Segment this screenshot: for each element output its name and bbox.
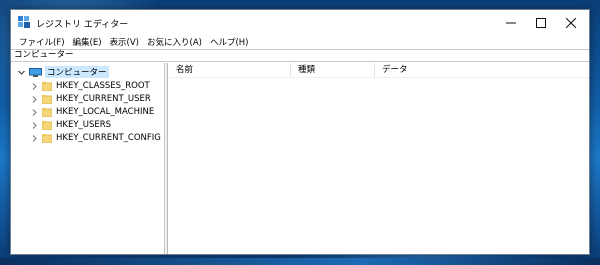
title-bar[interactable]: レジストリ エディター (11, 10, 589, 35)
folder-icon (42, 120, 52, 130)
taskbar (0, 258, 600, 265)
tree-item-label: HKEY_CURRENT_USER (56, 94, 151, 104)
tree-node-hku[interactable]: HKEY_USERS (30, 119, 111, 131)
tree-item-label: HKEY_USERS (56, 120, 112, 130)
header-divider (169, 77, 589, 78)
menu-help[interactable]: ヘルプ(H) (206, 36, 253, 48)
pane-splitter[interactable] (165, 63, 168, 254)
chevron-right-icon[interactable] (30, 108, 39, 117)
folder-icon (42, 94, 52, 104)
tree-item-label: HKEY_LOCAL_MACHINE (56, 107, 155, 117)
menu-favorites[interactable]: お気に入り(A) (143, 36, 206, 48)
folder-icon (42, 81, 52, 91)
tree-node-hkcc[interactable]: HKEY_CURRENT_CONFIG (30, 132, 161, 144)
tree-node-hkcu[interactable]: HKEY_CURRENT_USER (30, 93, 151, 105)
window-title: レジストリ エディター (36, 20, 129, 30)
tree-item-label: HKEY_CLASSES_ROOT (56, 81, 150, 91)
address-bar[interactable]: コンピューター (11, 49, 589, 62)
maximize-icon (536, 17, 546, 28)
menu-bar: ファイル(F) 編集(E) 表示(V) お気に入り(A) ヘルプ(H) (11, 35, 589, 49)
column-header-type[interactable]: 種類 (291, 63, 375, 77)
folder-icon (42, 133, 52, 143)
minimize-icon (506, 22, 516, 23)
computer-icon (29, 67, 42, 77)
registry-editor-window: レジストリ エディター ファイル(F) 編集(E) 表示(V) お気に入り(A)… (10, 9, 590, 255)
column-header-data[interactable]: データ (375, 63, 589, 77)
regedit-icon (18, 16, 30, 28)
tree-node-computer[interactable]: コンピューター (17, 66, 109, 78)
chevron-right-icon[interactable] (30, 95, 39, 104)
chevron-right-icon[interactable] (30, 82, 39, 91)
folder-icon (42, 107, 52, 117)
key-tree[interactable]: コンピューター HKEY_CLASSES_ROOT HKEY_CURRENT_U… (11, 63, 165, 254)
tree-node-hkcr[interactable]: HKEY_CLASSES_ROOT (30, 80, 150, 92)
maximize-button[interactable] (524, 10, 558, 35)
chevron-down-icon[interactable] (17, 68, 26, 77)
chevron-right-icon[interactable] (30, 121, 39, 130)
close-icon (566, 17, 576, 28)
close-button[interactable] (554, 10, 588, 35)
chevron-right-icon[interactable] (30, 134, 39, 143)
column-header-name[interactable]: 名前 (169, 63, 291, 77)
tree-item-label: HKEY_CURRENT_CONFIG (56, 133, 161, 143)
menu-view[interactable]: 表示(V) (106, 36, 143, 48)
minimize-button[interactable] (494, 10, 528, 35)
tree-root-label: コンピューター (45, 66, 109, 78)
menu-file[interactable]: ファイル(F) (15, 36, 69, 48)
menu-edit[interactable]: 編集(E) (69, 36, 106, 48)
value-list[interactable]: 名前 種類 データ (169, 63, 589, 254)
tree-node-hklm[interactable]: HKEY_LOCAL_MACHINE (30, 106, 154, 118)
